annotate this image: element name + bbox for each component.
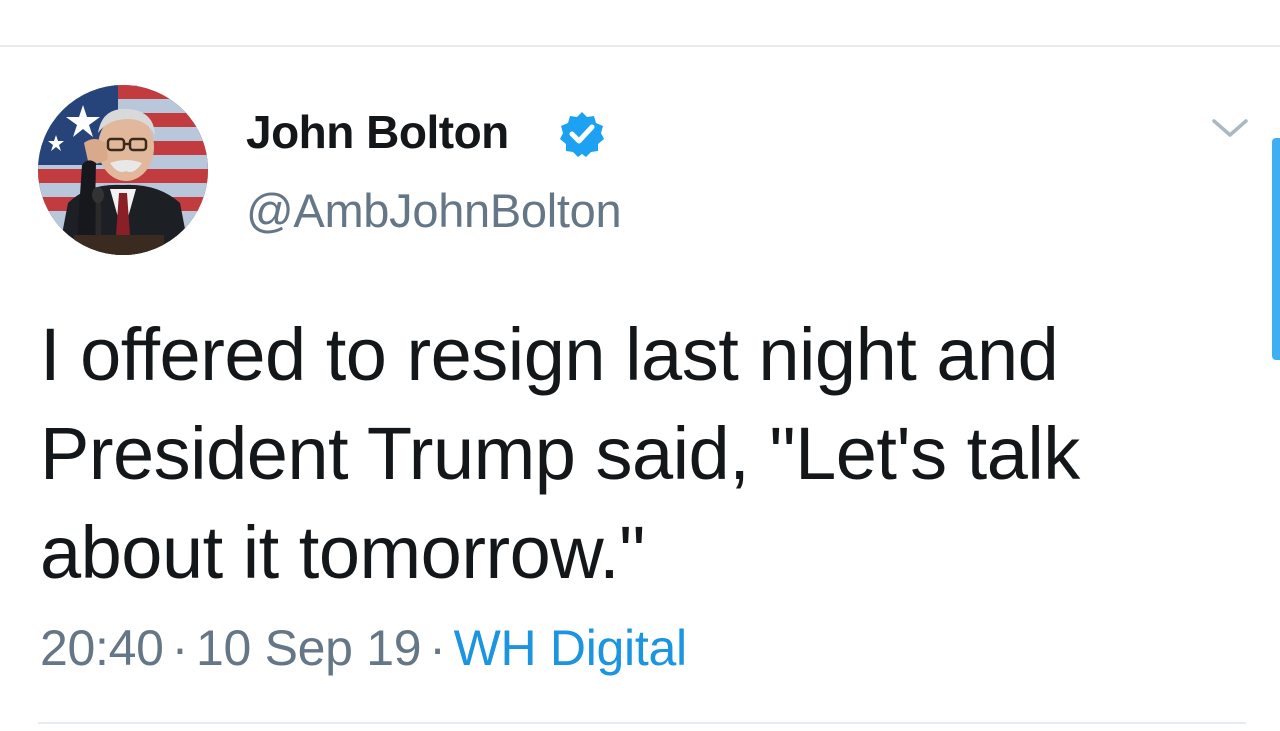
meta-separator: · xyxy=(429,620,446,676)
tweet-text: I offered to resign last night and Presi… xyxy=(40,313,1080,594)
tweet-metadata: 20:40 · 10 Sep 19 · WH Digital xyxy=(40,619,687,677)
verified-badge-icon xyxy=(560,112,604,157)
meta-separator: · xyxy=(171,620,189,676)
bottom-divider xyxy=(38,722,1246,724)
tweet-time[interactable]: 20:40 xyxy=(40,620,164,676)
tweet-date[interactable]: 10 Sep 19 xyxy=(196,620,422,676)
tweet-source-link[interactable]: WH Digital xyxy=(454,620,687,676)
chevron-down-icon[interactable] xyxy=(1208,113,1252,143)
tweet-card[interactable]: John Bolton @AmbJohnBolton I offered to … xyxy=(0,47,1280,722)
avatar-image xyxy=(38,85,208,255)
avatar[interactable] xyxy=(38,85,208,255)
author-name[interactable]: John Bolton xyxy=(246,105,509,159)
author-handle[interactable]: @AmbJohnBolton xyxy=(246,183,622,238)
